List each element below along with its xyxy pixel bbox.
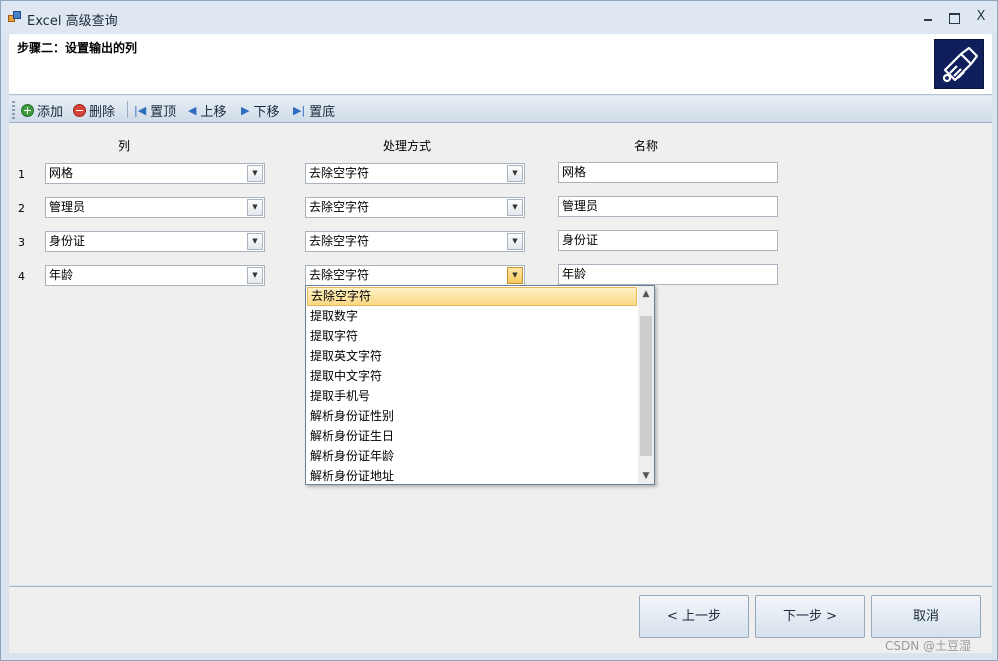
chevron-down-icon[interactable]: ▼ bbox=[247, 233, 263, 250]
row-number: 2 bbox=[18, 202, 25, 215]
chevron-down-icon[interactable]: ▼ bbox=[247, 165, 263, 182]
move-bottom-icon: ▶| bbox=[293, 103, 306, 117]
dropdown-option[interactable]: 解析身份证地址 bbox=[307, 467, 637, 484]
column-header-name: 名称 bbox=[634, 139, 659, 153]
column-select[interactable]: 身份证 ▼ bbox=[45, 231, 265, 252]
dropdown-scrollbar[interactable]: ▲ ▼ bbox=[638, 286, 654, 484]
add-label: 添加 bbox=[37, 104, 64, 120]
move-top-button[interactable]: |◀ 置顶 bbox=[134, 100, 176, 120]
app-icon bbox=[8, 11, 22, 23]
column-select-value: 身份证 bbox=[49, 234, 86, 248]
window-title: Excel 高级查询 bbox=[27, 14, 118, 29]
add-icon bbox=[21, 103, 34, 117]
scroll-up-icon[interactable]: ▲ bbox=[638, 286, 654, 302]
delete-label: 删除 bbox=[89, 104, 116, 120]
move-up-label: 上移 bbox=[200, 104, 227, 120]
dropdown-option[interactable]: 解析身份证性别 bbox=[307, 407, 637, 426]
delete-icon bbox=[73, 103, 86, 117]
row-number: 3 bbox=[18, 236, 25, 249]
row-number: 4 bbox=[18, 270, 25, 283]
title-bar: Excel 高级查询 X bbox=[1, 1, 997, 33]
scroll-down-icon[interactable]: ▼ bbox=[638, 468, 654, 484]
add-button[interactable]: 添加 bbox=[21, 100, 63, 120]
chevron-down-icon[interactable]: ▼ bbox=[507, 199, 523, 216]
column-select[interactable]: 网格 ▼ bbox=[45, 163, 265, 184]
column-select-value: 年龄 bbox=[49, 268, 74, 282]
method-select[interactable]: 去除空字符 ▼ bbox=[305, 197, 525, 218]
chevron-down-icon[interactable]: ▼ bbox=[247, 199, 263, 216]
wizard-header: 步骤二：设置输出的列 bbox=[9, 34, 992, 95]
wizard-logo-icon bbox=[934, 39, 984, 89]
move-up-button[interactable]: ◀ 上移 bbox=[188, 100, 226, 120]
method-select-value: 去除空字符 bbox=[309, 268, 370, 282]
column-select-value: 管理员 bbox=[49, 200, 86, 214]
method-select-value: 去除空字符 bbox=[309, 200, 370, 214]
row-number: 1 bbox=[18, 168, 25, 181]
move-bottom-button[interactable]: ▶| 置底 bbox=[293, 100, 335, 120]
move-down-icon: ▶ bbox=[241, 103, 250, 117]
method-select-open[interactable]: 去除空字符 ▼ bbox=[305, 265, 525, 286]
toolbar-grip[interactable] bbox=[12, 101, 15, 119]
minimize-button[interactable] bbox=[919, 9, 937, 25]
dropdown-option[interactable]: 提取中文字符 bbox=[307, 367, 637, 386]
wizard-footer: < 上一步 下一步 > 取消 bbox=[9, 587, 992, 653]
chevron-down-icon[interactable]: ▼ bbox=[247, 267, 263, 284]
move-down-button[interactable]: ▶ 下移 bbox=[241, 100, 279, 120]
prev-step-button[interactable]: < 上一步 bbox=[639, 595, 749, 638]
scrollbar-thumb[interactable] bbox=[640, 316, 652, 456]
column-header-col: 列 bbox=[118, 139, 131, 153]
dropdown-option-selected[interactable]: 去除空字符 bbox=[307, 287, 637, 306]
move-up-icon: ◀ bbox=[188, 103, 197, 117]
dropdown-option[interactable]: 解析身份证年龄 bbox=[307, 447, 637, 466]
maximize-button[interactable] bbox=[945, 9, 963, 25]
method-select-value: 去除空字符 bbox=[309, 234, 370, 248]
move-bottom-label: 置底 bbox=[309, 104, 336, 120]
column-header-method: 处理方式 bbox=[383, 139, 432, 153]
toolbar: 添加 删除 |◀ 置顶 ◀ 上移 ▶ 下移 ▶| 置底 bbox=[9, 96, 992, 123]
cancel-button[interactable]: 取消 bbox=[871, 595, 981, 638]
toolbar-separator bbox=[127, 101, 128, 118]
watermark: CSDN @土豆湿 bbox=[885, 639, 972, 653]
method-dropdown-list: 去除空字符 提取数字 提取字符 提取英文字符 提取中文字符 提取手机号 解析身份… bbox=[305, 285, 655, 485]
dropdown-option[interactable]: 提取手机号 bbox=[307, 387, 637, 406]
column-settings-panel: 列 处理方式 名称 1 网格 ▼ 去除空字符 ▼ 网格 2 管理员 ▼ 去除空字… bbox=[9, 123, 992, 585]
method-select-value: 去除空字符 bbox=[309, 166, 370, 180]
chevron-down-icon[interactable]: ▼ bbox=[507, 165, 523, 182]
app-window: Excel 高级查询 X 步骤二：设置输出的列 添加 删除 |◀ 置顶 ◀ 上移… bbox=[0, 0, 998, 661]
chevron-down-icon[interactable]: ▼ bbox=[507, 233, 523, 250]
dropdown-option[interactable]: 提取数字 bbox=[307, 307, 637, 326]
dropdown-option[interactable]: 提取字符 bbox=[307, 327, 637, 346]
column-select-value: 网格 bbox=[49, 166, 74, 180]
move-down-label: 下移 bbox=[253, 104, 280, 120]
column-select[interactable]: 管理员 ▼ bbox=[45, 197, 265, 218]
move-top-label: 置顶 bbox=[150, 104, 177, 120]
method-select[interactable]: 去除空字符 ▼ bbox=[305, 231, 525, 252]
column-select[interactable]: 年龄 ▼ bbox=[45, 265, 265, 286]
name-input[interactable]: 身份证 bbox=[558, 230, 778, 251]
dropdown-option[interactable]: 提取英文字符 bbox=[307, 347, 637, 366]
dropdown-option[interactable]: 解析身份证生日 bbox=[307, 427, 637, 446]
step-title: 步骤二：设置输出的列 bbox=[17, 41, 138, 55]
close-button[interactable]: X bbox=[972, 9, 990, 25]
name-input[interactable]: 年龄 bbox=[558, 264, 778, 285]
name-input[interactable]: 网格 bbox=[558, 162, 778, 183]
method-select[interactable]: 去除空字符 ▼ bbox=[305, 163, 525, 184]
name-input[interactable]: 管理员 bbox=[558, 196, 778, 217]
next-step-button[interactable]: 下一步 > bbox=[755, 595, 865, 638]
move-top-icon: |◀ bbox=[134, 103, 147, 117]
delete-button[interactable]: 删除 bbox=[73, 100, 115, 120]
chevron-down-icon[interactable]: ▼ bbox=[507, 267, 523, 284]
